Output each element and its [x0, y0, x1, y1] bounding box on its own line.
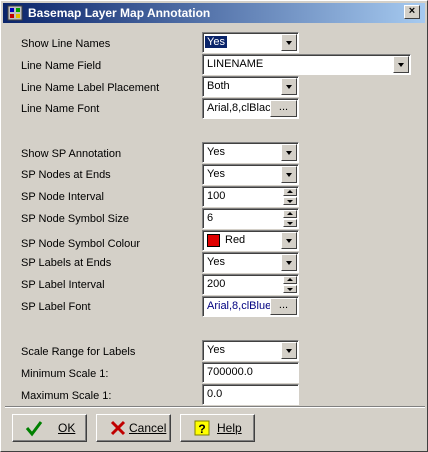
- sp-nodes-at-ends-label: SP Nodes at Ends: [21, 169, 111, 181]
- maximum-scale-value: 0.0: [207, 388, 223, 400]
- sp-label-interval-label: SP Label Interval: [21, 279, 105, 291]
- line-name-label-placement-value: Both: [207, 80, 230, 92]
- sp-node-symbol-size-value: 6: [207, 212, 214, 224]
- app-icon: [7, 5, 23, 21]
- sp-node-interval-value: 100: [207, 190, 226, 202]
- chevron-down-icon[interactable]: [281, 78, 297, 95]
- sp-nodes-at-ends-value: Yes: [207, 168, 225, 180]
- sp-node-symbol-size-spinner[interactable]: 6: [202, 208, 299, 229]
- maximum-scale-label: Maximum Scale 1:: [21, 390, 112, 402]
- ok-button-label: OK: [58, 421, 76, 435]
- sp-label-font-browse-button[interactable]: ...: [270, 298, 297, 315]
- sp-node-symbol-size-label: SP Node Symbol Size: [21, 213, 130, 225]
- line-name-label-placement-dropdown[interactable]: Both: [202, 76, 299, 97]
- line-name-field-label: Line Name Field: [21, 60, 102, 72]
- show-sp-annotation-label: Show SP Annotation: [21, 148, 122, 160]
- sp-label-font-value: Arial,8,clBlue,[: [207, 300, 273, 312]
- sp-node-interval-spinner[interactable]: 100: [202, 186, 299, 207]
- minimum-scale-label: Minimum Scale 1:: [21, 368, 109, 380]
- sp-nodes-at-ends-dropdown[interactable]: Yes: [202, 164, 299, 185]
- spin-down-icon[interactable]: [283, 285, 297, 293]
- dialog-window: Basemap Layer Map Annotation × Show Line…: [0, 0, 428, 452]
- chevron-down-icon[interactable]: [281, 166, 297, 183]
- sp-label-font-label: SP Label Font: [21, 301, 91, 313]
- show-sp-annotation-dropdown[interactable]: Yes: [202, 142, 299, 163]
- close-icon: ×: [408, 5, 416, 17]
- sp-node-symbol-colour-value: Red: [225, 234, 246, 246]
- sp-label-interval-spinner[interactable]: 200: [202, 274, 299, 295]
- minimum-scale-value: 700000.0: [207, 366, 253, 378]
- line-name-font-value: Arial,8,clBlack: [207, 102, 273, 114]
- sp-node-symbol-colour-dropdown[interactable]: Red: [202, 230, 299, 251]
- show-sp-annotation-value: Yes: [207, 146, 225, 158]
- sp-label-font-field[interactable]: Arial,8,clBlue,[ ...: [202, 296, 299, 317]
- chevron-down-icon[interactable]: [281, 342, 297, 359]
- line-name-font-field[interactable]: Arial,8,clBlack ...: [202, 98, 299, 119]
- scale-range-for-labels-dropdown[interactable]: Yes: [202, 340, 299, 361]
- line-name-label-placement-label: Line Name Label Placement: [21, 82, 160, 94]
- window-title: Basemap Layer Map Annotation: [28, 6, 211, 20]
- show-line-names-label: Show Line Names: [21, 38, 111, 50]
- title-bar[interactable]: Basemap Layer Map Annotation ×: [3, 3, 425, 23]
- question-icon: ?: [194, 420, 210, 436]
- chevron-down-icon[interactable]: [281, 34, 297, 51]
- sp-labels-at-ends-label: SP Labels at Ends: [21, 257, 112, 269]
- help-button[interactable]: ? Help: [180, 414, 255, 442]
- sp-label-interval-value: 200: [207, 278, 226, 290]
- x-icon: [110, 420, 126, 436]
- sp-node-interval-label: SP Node Interval: [21, 191, 104, 203]
- chevron-down-icon[interactable]: [393, 56, 409, 73]
- sp-labels-at-ends-value: Yes: [207, 256, 225, 268]
- cancel-button-label: Cancel: [129, 421, 167, 435]
- chevron-down-icon[interactable]: [281, 254, 297, 271]
- button-separator: [5, 406, 425, 408]
- line-name-font-label: Line Name Font: [21, 103, 100, 115]
- chevron-down-icon[interactable]: [281, 232, 297, 249]
- sp-labels-at-ends-dropdown[interactable]: Yes: [202, 252, 299, 273]
- checkmark-icon: [25, 421, 43, 437]
- spin-down-icon[interactable]: [283, 219, 297, 227]
- scale-range-for-labels-label: Scale Range for Labels: [21, 346, 136, 358]
- show-line-names-dropdown[interactable]: Yes: [202, 32, 299, 53]
- spin-up-icon[interactable]: [283, 188, 297, 196]
- help-button-label: Help: [217, 421, 242, 435]
- chevron-down-icon[interactable]: [281, 144, 297, 161]
- svg-text:?: ?: [198, 422, 205, 436]
- close-button[interactable]: ×: [404, 5, 420, 19]
- spin-down-icon[interactable]: [283, 197, 297, 205]
- color-swatch: [207, 234, 220, 247]
- minimum-scale-input[interactable]: 700000.0: [202, 362, 299, 383]
- show-line-names-value: Yes: [204, 35, 228, 49]
- maximum-scale-input[interactable]: 0.0: [202, 384, 299, 405]
- sp-node-symbol-colour-label: SP Node Symbol Colour: [21, 238, 141, 250]
- line-name-field-dropdown[interactable]: LINENAME: [202, 54, 411, 75]
- line-name-field-value: LINENAME: [207, 58, 264, 70]
- scale-range-for-labels-value: Yes: [207, 344, 225, 356]
- spin-up-icon[interactable]: [283, 276, 297, 284]
- spin-up-icon[interactable]: [283, 210, 297, 218]
- line-name-font-browse-button[interactable]: ...: [270, 100, 297, 117]
- ok-button[interactable]: OK: [12, 414, 87, 442]
- cancel-button[interactable]: Cancel: [96, 414, 171, 442]
